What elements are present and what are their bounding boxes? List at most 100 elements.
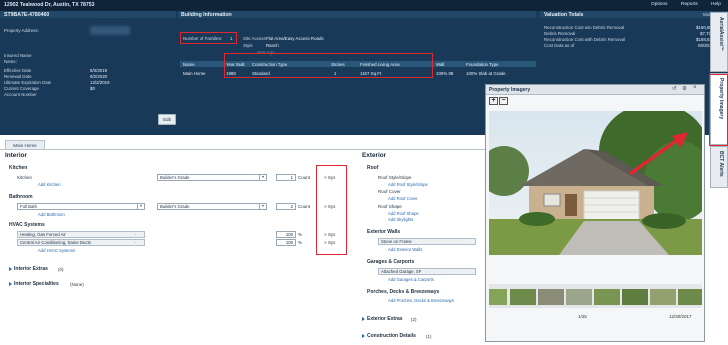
row-foundation: 100% Slab at Grade	[466, 71, 506, 76]
valuation-label: Reconstruction Cost w/o Debris Removal	[544, 25, 625, 30]
image-date: 12/30/2017	[669, 314, 692, 319]
edit-button[interactable]: Edit	[158, 114, 176, 125]
valuation-title: Valuation Totals	[544, 12, 584, 18]
zoom-in-icon[interactable]: +	[489, 97, 498, 105]
thumbnail[interactable]	[622, 289, 648, 305]
renewal-date: 9/2/2020	[90, 74, 108, 79]
exterior-walls-heading: Exterior Walls	[367, 229, 401, 235]
help-menu[interactable]: Help	[711, 2, 721, 7]
col-name: Name	[183, 62, 195, 67]
interior-extras-section[interactable]: Interior Extras	[14, 266, 48, 272]
add-garages-link[interactable]: Add Garages & Carports	[388, 277, 434, 282]
thumbnail[interactable]	[566, 289, 592, 305]
kitchen-heading: Kitchen	[9, 165, 28, 171]
hvac-pct-1[interactable]: 100	[276, 231, 296, 238]
thumbnail[interactable]	[489, 289, 507, 305]
exterior-extras-section[interactable]: Exterior Extras	[367, 316, 403, 322]
policy-label: Renewal Date	[4, 74, 32, 79]
add-bathroom-link[interactable]: Add Bathroom	[38, 212, 65, 217]
kitchen-count-input[interactable]: 1	[276, 174, 296, 181]
reports-menu[interactable]: Reports	[681, 2, 698, 7]
row-wall: 100% 08	[436, 71, 454, 76]
policy-label: Effective Date	[4, 68, 32, 73]
refresh-icon[interactable]: ↺	[672, 86, 677, 92]
annotation-arrow	[628, 132, 688, 176]
hvac-pct-2[interactable]: 100	[276, 239, 296, 246]
interior-title: Interior	[5, 152, 28, 159]
policy-id: ST9BA7E-4780460	[4, 12, 50, 18]
blurred-address	[90, 26, 130, 35]
property-imagery-window[interactable]: Property Imagery ↺ ⚙ × + − 1/25 12/30/20…	[485, 84, 705, 342]
close-icon[interactable]: ×	[693, 85, 697, 91]
highlight-sys-links	[316, 165, 347, 255]
roof-cover-label: Roof Cover	[378, 189, 401, 194]
add-roof-style-link[interactable]: Add Roof Style/Slope	[388, 182, 428, 187]
side-tab-bct-alerts[interactable]: BCT Alerts	[710, 146, 728, 188]
add-roof-shape-link[interactable]: Add Roof Shape	[388, 211, 419, 216]
minus-icon: -	[135, 240, 137, 245]
add-skylights-link[interactable]: Add Skylights	[388, 217, 413, 222]
construction-details-section[interactable]: Construction Details	[367, 333, 416, 339]
row-name[interactable]: Main Home	[183, 71, 205, 76]
policy-label: Current Coverage	[4, 86, 39, 91]
thumbnail[interactable]	[594, 289, 620, 305]
add-kitchen-link[interactable]: Add Kitchen	[38, 182, 61, 187]
thumbnail[interactable]	[538, 289, 564, 305]
interior-specialties-section[interactable]: Interior Specialties	[14, 281, 59, 287]
site-access-label: Site Access	[243, 36, 266, 41]
minus-icon: -	[135, 232, 137, 237]
side-tab-label: AerialAssist™	[718, 17, 724, 51]
thumbnail[interactable]	[678, 289, 702, 305]
expand-triangle-icon[interactable]	[9, 267, 12, 271]
kitchen-label: Kitchen	[17, 175, 33, 180]
policy-label: Insured Name	[4, 53, 32, 58]
highlight-property-imagery-tab	[709, 74, 728, 146]
expand-triangle-icon[interactable]	[362, 334, 365, 338]
thumbnail[interactable]	[510, 289, 536, 305]
chevron-down-icon: ▾	[137, 204, 144, 209]
garage-item[interactable]: Attached Garage, SF	[378, 268, 476, 275]
hvac-unit-2: %	[298, 240, 303, 245]
col-foundation: Foundation Type	[466, 62, 499, 67]
chevron-down-icon: ▾	[259, 204, 266, 209]
bathroom-type-select[interactable]: Full Bath ▾	[17, 203, 145, 210]
bathroom-count-unit: Count	[298, 204, 311, 209]
policy-label: Account Number	[4, 92, 37, 97]
policy-label: Name:	[4, 59, 17, 64]
policy-label: Property Address:	[4, 28, 39, 33]
effective-date: 9/3/2019	[90, 68, 108, 73]
imagery-title-bar[interactable]: Property Imagery ↺ ⚙ ×	[486, 85, 704, 95]
hvac-item-2[interactable]: Central Air Conditioning, Same Ducts -	[17, 239, 145, 246]
bathroom-count-input[interactable]: 2	[276, 203, 296, 210]
add-porches-link[interactable]: Add Porches, Decks & Breezeways	[388, 298, 454, 303]
exterior-extras-count: (2)	[411, 317, 417, 322]
expand-triangle-icon[interactable]	[9, 282, 12, 286]
kitchen-grade-select[interactable]: Builder's Grade ▾	[157, 174, 267, 181]
interior-extras-count: (0)	[58, 267, 64, 272]
expiration-date: 12/2/2019	[90, 80, 110, 85]
expand-triangle-icon[interactable]	[362, 317, 365, 321]
hvac-unit-1: %	[298, 232, 303, 237]
bathroom-grade-select[interactable]: Builder's Grade ▾	[157, 203, 267, 210]
side-tab-label: BCT Alerts	[718, 151, 724, 177]
hvac-item-1[interactable]: Heating, Gas Forced Air -	[17, 231, 145, 238]
add-roof-cover-link[interactable]: Add Roof Cover	[388, 196, 418, 201]
site-access-value: Flat Area/Easy Access Roads	[266, 36, 324, 41]
exterior-walls-item[interactable]: Stone on Frame	[378, 238, 476, 245]
style-value: Ranch	[266, 43, 279, 48]
kitchen-grade-value: Builder's Grade	[160, 175, 190, 180]
options-menu[interactable]: Options	[651, 2, 668, 7]
thumbnail[interactable]	[650, 289, 676, 305]
settings-icon[interactable]: ⚙	[682, 86, 687, 92]
exterior-title: Exterior	[362, 152, 387, 159]
image-counter: 1/25	[578, 314, 587, 319]
bathroom-grade-value: Builder's Grade	[160, 204, 190, 209]
porches-heading: Porches, Decks & Breezeways	[367, 289, 440, 295]
add-exterior-walls-link[interactable]: Add Exterior Walls	[388, 247, 422, 252]
side-tab-aerial-assist[interactable]: AerialAssist™	[710, 12, 728, 72]
add-hvac-link[interactable]: Add HVAC Systems	[38, 248, 75, 253]
roof-heading: Roof	[367, 165, 379, 171]
interior-specialties-count: (None)	[70, 282, 84, 287]
zoom-out-icon[interactable]: −	[499, 97, 508, 105]
bathroom-type-value: Full Bath	[20, 204, 37, 209]
